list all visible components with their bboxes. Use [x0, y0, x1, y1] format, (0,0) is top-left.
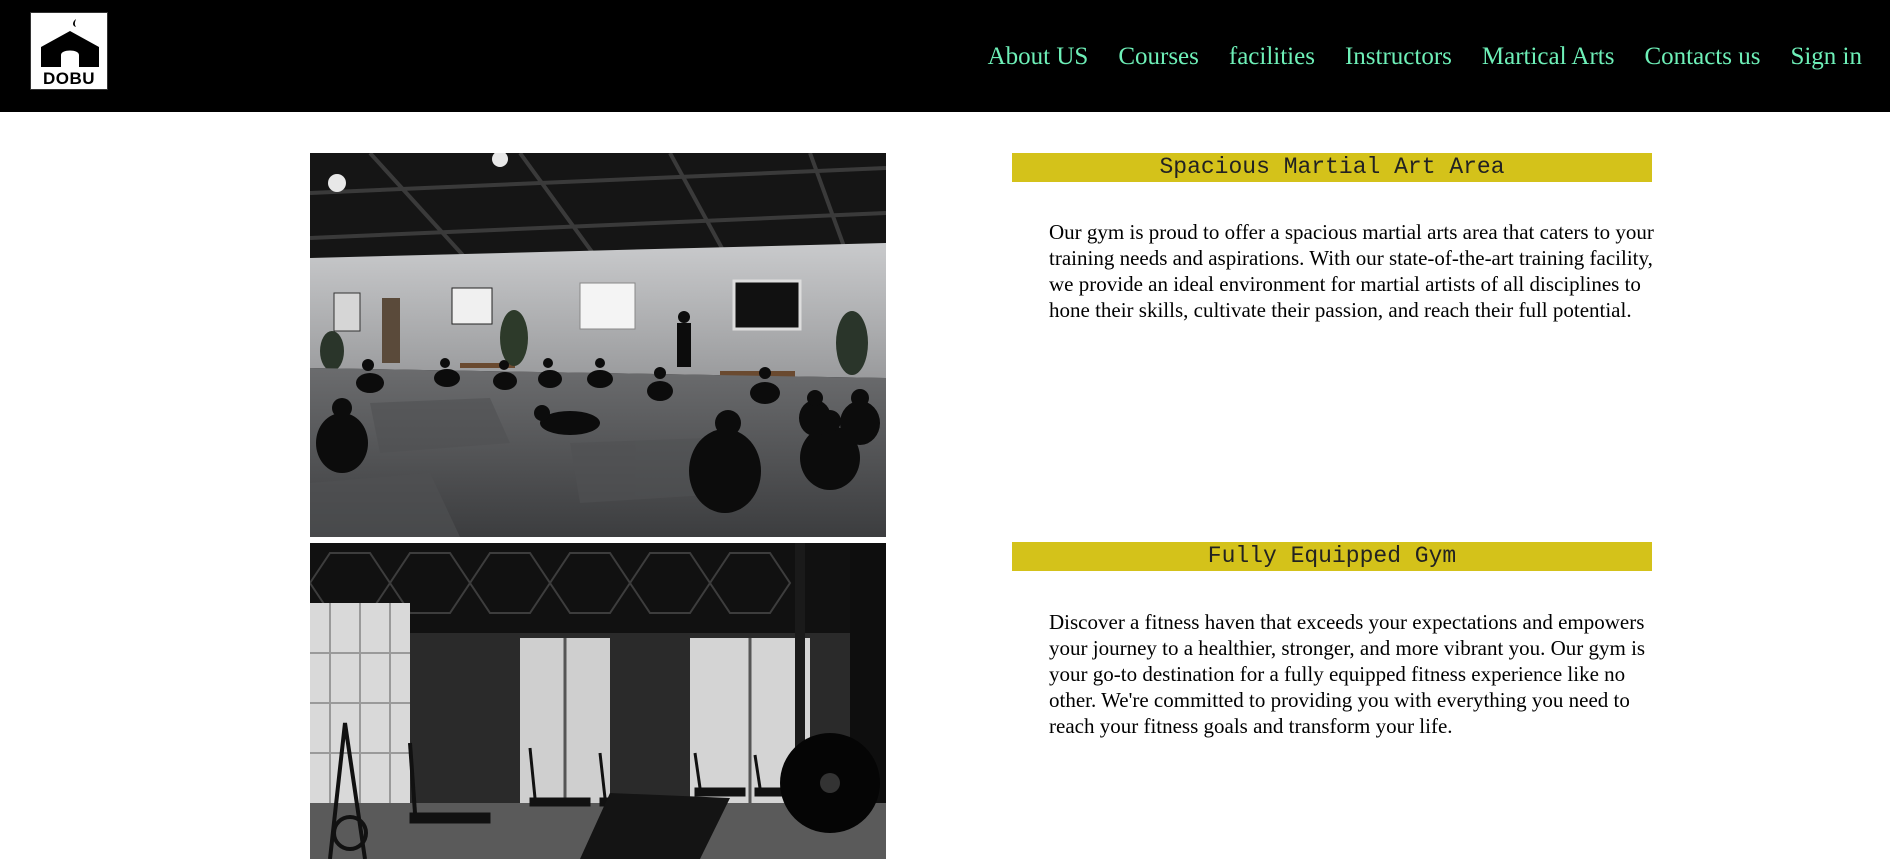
gym-equipment-photo [310, 543, 886, 859]
nav-sign-in[interactable]: Sign in [1790, 42, 1862, 72]
nav-about-us[interactable]: About US [988, 42, 1089, 72]
dobu-logo[interactable]: DOBU [30, 12, 108, 90]
facility-description-martial-arts: Our gym is proud to offer a spacious mar… [1049, 220, 1654, 322]
main-nav: About US Courses facilities Instructors … [958, 42, 1862, 72]
logo-text: DOBU [42, 69, 96, 88]
nav-courses[interactable]: Courses [1118, 42, 1199, 72]
facility-heading-gym: Fully Equipped Gym [1012, 542, 1652, 571]
nav-contacts-us[interactable]: Contacts us [1644, 42, 1760, 72]
nav-instructors[interactable]: Instructors [1345, 42, 1452, 72]
nav-facilities[interactable]: facilities [1229, 42, 1315, 72]
facility-heading-martial-arts: Spacious Martial Art Area [1012, 153, 1652, 182]
facility-description-gym: Discover a fitness haven that exceeds yo… [1049, 610, 1646, 738]
martial-arts-area-photo [310, 153, 886, 537]
site-header: DOBU About US Courses facilities Instruc… [0, 0, 1890, 112]
nav-martial-arts[interactable]: Martical Arts [1482, 42, 1615, 72]
